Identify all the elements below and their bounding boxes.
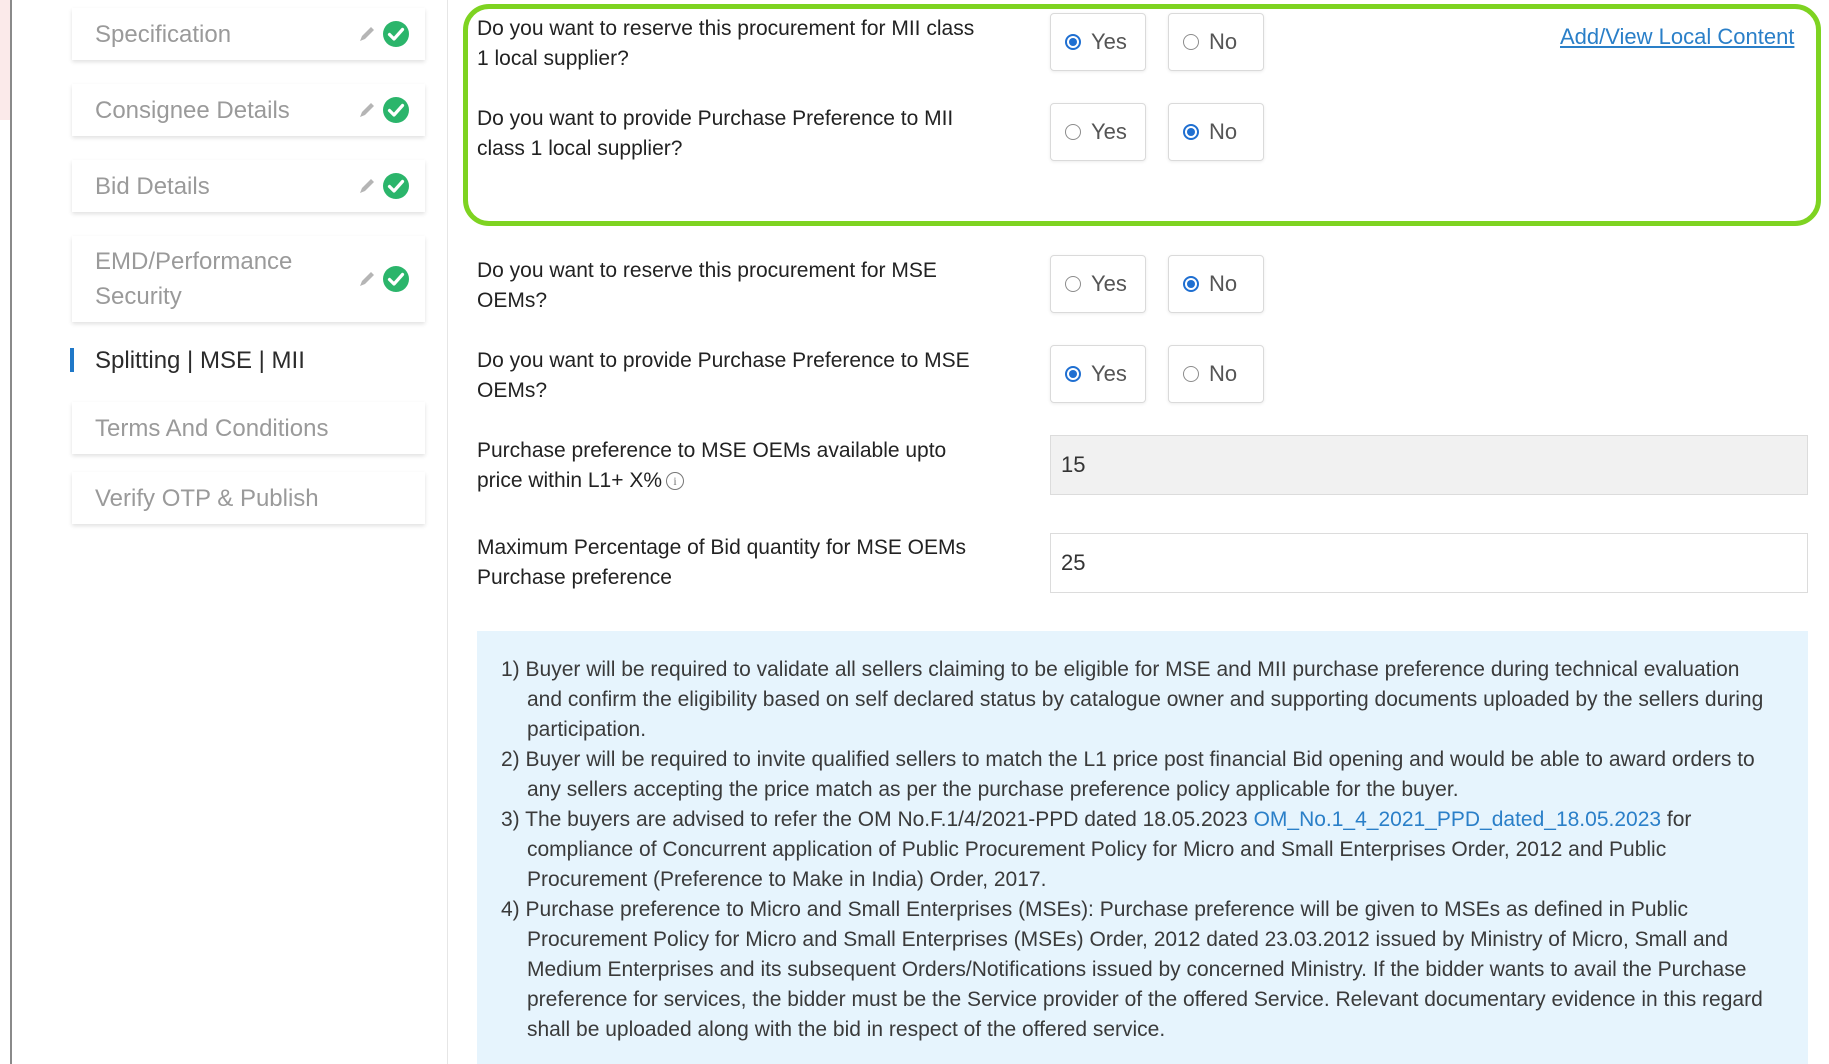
question-line2: class 1 local supplier?: [477, 137, 683, 160]
radio-label: No: [1209, 119, 1238, 144]
sidebar-item-specification[interactable]: Specification: [72, 8, 425, 60]
note-3-text: 3) The buyers are advised to refer the O…: [501, 808, 1254, 831]
note-4: 4) Purchase preference to Micro and Smal…: [501, 898, 1763, 1041]
radio-dot-icon: [1183, 34, 1199, 50]
radio-label: Yes: [1091, 361, 1127, 386]
sidebar-item-verify-otp-publish[interactable]: Verify OTP & Publish: [72, 472, 425, 524]
policy-notes-panel: 1) Buyer will be required to validate al…: [477, 631, 1808, 1064]
mii-reserve-no-radio[interactable]: No: [1168, 13, 1264, 71]
radio-dot-icon: [1065, 366, 1081, 382]
price-preference-input: 15: [1050, 435, 1808, 495]
sidebar-item-label: Terms And Conditions: [95, 414, 329, 442]
question-line1: Do you want to provide Purchase Preferen…: [477, 107, 954, 130]
radio-dot-icon: [1183, 366, 1199, 382]
note-2: 2) Buyer will be required to invite qual…: [501, 748, 1755, 801]
question-line2: 1 local supplier?: [477, 47, 629, 70]
label-line1: Maximum Percentage of Bid quantity for M…: [477, 536, 967, 559]
pencil-icon[interactable]: [357, 176, 377, 196]
sidebar-divider: [447, 0, 448, 1064]
om-document-link[interactable]: OM_No.1_4_2021_PPD_dated_18.05.2023: [1254, 808, 1662, 831]
window-edge-tint: [0, 0, 10, 120]
label-line2: price within L1+ X%: [477, 469, 663, 492]
sidebar-item-terms-and-conditions[interactable]: Terms And Conditions: [72, 402, 425, 454]
step-status: [357, 95, 411, 125]
radio-label: No: [1209, 271, 1238, 296]
note-1: 1) Buyer will be required to validate al…: [501, 658, 1764, 741]
mii-preference-question: Do you want to provide Purchase Preferen…: [477, 104, 1017, 164]
active-step-indicator: [70, 348, 74, 372]
sidebar-item-consignee-details[interactable]: Consignee Details: [72, 84, 425, 136]
label-line1: Purchase preference to MSE OEMs availabl…: [477, 439, 947, 462]
radio-dot-icon: [1065, 34, 1081, 50]
check-circle-icon: [383, 21, 409, 47]
sidebar-item-emd-performance-security[interactable]: EMD/Performance Security: [72, 236, 425, 322]
sidebar-item-splitting-mse-mii[interactable]: Splitting | MSE | MII: [70, 332, 425, 388]
pencil-icon[interactable]: [357, 100, 377, 120]
mse-preference-question: Do you want to provide Purchase Preferen…: [477, 346, 1017, 406]
mii-preference-no-radio[interactable]: No: [1168, 103, 1264, 161]
sidebar-item-label: Specification: [95, 20, 232, 48]
question-line2: OEMs?: [477, 289, 548, 312]
mse-reserve-question: Do you want to reserve this procurement …: [477, 256, 1017, 316]
label-line2: Purchase preference: [477, 566, 672, 589]
step-status: [357, 264, 411, 294]
radio-dot-icon: [1183, 124, 1199, 140]
mii-reserve-yes-radio[interactable]: Yes: [1050, 13, 1146, 71]
sidebar-item-label: Splitting | MSE | MII: [95, 346, 305, 374]
sidebar-item-label-line2: Security: [95, 283, 182, 310]
radio-dot-icon: [1065, 124, 1081, 140]
question-line1: Do you want to provide Purchase Preferen…: [477, 349, 970, 372]
mse-reserve-yes-radio[interactable]: Yes: [1050, 255, 1146, 313]
note-3: 3) The buyers are advised to refer the O…: [501, 805, 1778, 895]
mse-preference-no-radio[interactable]: No: [1168, 345, 1264, 403]
radio-dot-icon: [1183, 276, 1199, 292]
radio-label: No: [1209, 29, 1238, 54]
quantity-preference-label: Maximum Percentage of Bid quantity for M…: [477, 533, 1017, 593]
sidebar-item-label: Bid Details: [95, 172, 210, 200]
radio-label: No: [1209, 361, 1238, 386]
sidebar-item-bid-details[interactable]: Bid Details: [72, 160, 425, 212]
pencil-icon[interactable]: [357, 269, 377, 289]
question-line2: OEMs?: [477, 379, 548, 402]
sidebar-item-label: Consignee Details: [95, 96, 290, 124]
mse-preference-yes-radio[interactable]: Yes: [1050, 345, 1146, 403]
sidebar-item-label: Verify OTP & Publish: [95, 484, 319, 512]
mse-reserve-no-radio[interactable]: No: [1168, 255, 1264, 313]
sidebar-item-label: EMD/Performance Security: [95, 244, 357, 314]
price-preference-label: Purchase preference to MSE OEMs availabl…: [477, 436, 1017, 496]
mii-reserve-question: Do you want to reserve this procurement …: [477, 14, 1017, 74]
step-status: [357, 171, 411, 201]
step-status: [357, 19, 411, 49]
question-line1: Do you want to reserve this procurement …: [477, 259, 937, 282]
sidebar-item-label-line1: EMD/Performance: [95, 248, 293, 275]
radio-dot-icon: [1065, 276, 1081, 292]
question-line1: Do you want to reserve this procurement …: [477, 17, 975, 40]
pencil-icon[interactable]: [357, 24, 377, 44]
radio-label: Yes: [1091, 271, 1127, 296]
mii-preference-yes-radio[interactable]: Yes: [1050, 103, 1146, 161]
radio-label: Yes: [1091, 119, 1127, 144]
add-view-local-content-link[interactable]: Add/View Local Content: [1560, 24, 1794, 50]
radio-label: Yes: [1091, 29, 1127, 54]
info-icon[interactable]: i: [666, 472, 685, 491]
check-circle-icon: [383, 97, 409, 123]
check-circle-icon: [383, 173, 409, 199]
check-circle-icon: [383, 266, 409, 292]
quantity-preference-input[interactable]: 25: [1050, 533, 1808, 593]
window-left-border: [10, 0, 12, 1064]
